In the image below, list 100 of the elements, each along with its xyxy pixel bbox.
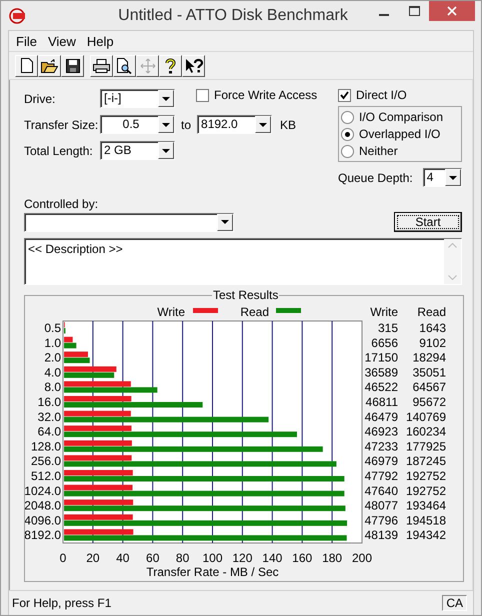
write-value: 47796	[364, 513, 398, 528]
read-value: 194342	[406, 528, 446, 542]
controlled-by-dropdown[interactable]	[24, 212, 234, 232]
toolbar-button[interactable]	[113, 54, 136, 76]
caret-icon	[162, 122, 170, 126]
write-value: 48077	[364, 498, 398, 513]
total-length-dropdown[interactable]: 2 GB	[100, 141, 175, 160]
drive-dropdown[interactable]: [-i-]	[100, 89, 175, 108]
caret-icon	[162, 96, 170, 100]
read-value: 140769	[406, 410, 446, 424]
read-value: 192752	[406, 469, 446, 483]
toolbar-button[interactable]	[159, 54, 182, 76]
radio-label[interactable]: I/O Comparison	[359, 110, 444, 124]
toolbar-button[interactable]	[15, 54, 38, 76]
force-write-access-checkbox[interactable]: Force Write Access	[196, 88, 318, 102]
column-header: Read	[417, 305, 446, 319]
toolbar-button[interactable]	[38, 54, 61, 76]
queue-depth-dropdown[interactable]: 4	[422, 168, 462, 187]
read-value: 18294	[412, 350, 446, 365]
category-label: 1024.0	[25, 484, 61, 498]
question-mark-icon	[165, 58, 176, 74]
write-value: 46811	[366, 395, 398, 409]
scroll-down-icon	[448, 275, 457, 280]
write-value: 46522	[364, 380, 398, 394]
transfer-size-from-dropdown[interactable]: 0.5	[100, 115, 175, 134]
drive-label: Drive:	[24, 92, 56, 106]
total-length-label: Total Length:	[24, 144, 94, 158]
category-label: 2.0	[44, 350, 61, 365]
printer-icon	[93, 58, 110, 72]
x-tick-label: 160	[292, 551, 312, 565]
caret-icon	[449, 176, 457, 180]
write-value: 47640	[364, 484, 398, 498]
read-value: 64567	[412, 380, 446, 394]
category-label: 32.0	[38, 410, 61, 424]
category-label: 1.0	[44, 336, 61, 350]
read-value: 160234	[406, 424, 446, 439]
status-indicator: CA	[442, 595, 467, 611]
x-tick-label: 0	[60, 551, 66, 565]
transfer-size-to-dropdown[interactable]: 8192.0	[197, 115, 272, 134]
caret-icon	[259, 122, 268, 126]
menu-item[interactable]: Help	[84, 34, 122, 48]
write-value: 315	[378, 321, 398, 335]
maximize-icon	[408, 6, 420, 16]
scrollbar[interactable]	[444, 239, 461, 284]
category-label: 8192.0	[25, 528, 61, 542]
radio-label[interactable]: Overlapped I/O	[359, 127, 440, 141]
read-value: 95672	[412, 395, 446, 409]
category-label: 4096.0	[25, 513, 61, 528]
read-value: 35051	[412, 365, 446, 380]
transfer-size-label: Transfer Size:	[24, 118, 100, 132]
toolbar-button[interactable]	[90, 54, 113, 76]
category-label: 128.0	[30, 439, 61, 454]
radio-button[interactable]	[341, 110, 354, 124]
category-label: 512.0	[30, 469, 61, 483]
toolbar-button[interactable]	[61, 54, 84, 76]
unit-label: KB	[280, 118, 296, 132]
write-value: 48139	[364, 528, 398, 542]
menu-item[interactable]: View	[44, 34, 84, 48]
read-value: 192752	[406, 484, 446, 498]
write-value: 46923	[364, 424, 398, 439]
category-label: 2048.0	[25, 498, 61, 513]
column-header: Write	[370, 305, 398, 319]
start-button[interactable]: Start	[394, 212, 462, 232]
x-tick-label: 200	[352, 551, 372, 565]
radio-button[interactable]	[341, 128, 354, 140]
radio-label[interactable]: Neither	[359, 144, 398, 158]
folder-icon	[41, 58, 58, 72]
chart-title: Test Results	[212, 288, 280, 302]
close-icon	[447, 6, 457, 16]
x-tick-label: 80	[176, 551, 190, 565]
category-label: 256.0	[30, 454, 61, 468]
read-value: 1643	[419, 321, 446, 335]
caret-icon	[162, 148, 170, 152]
pointer-question-icon	[184, 58, 202, 74]
x-tick-label: 140	[262, 551, 282, 565]
category-label: 8.0	[44, 380, 61, 394]
caret-icon	[221, 220, 229, 224]
x-tick-label: 180	[322, 551, 342, 565]
description-field[interactable]: << Description >>	[24, 238, 462, 285]
check-icon	[340, 90, 349, 100]
scroll-up-icon	[448, 243, 457, 248]
write-value: 47792	[364, 469, 398, 483]
minimize-icon	[379, 14, 389, 16]
legend-label: Read	[240, 305, 269, 319]
read-value: 187245	[406, 454, 446, 468]
x-tick-label: 60	[146, 551, 160, 565]
direct-io-checkbox[interactable]: Direct I/O	[338, 88, 462, 102]
toolbar-button[interactable]	[182, 54, 205, 76]
x-tick-label: 40	[116, 551, 130, 565]
legend-label: Write	[157, 305, 185, 319]
write-value: 17150	[364, 350, 398, 365]
menu-item[interactable]: File	[13, 34, 45, 48]
category-label: 4.0	[44, 365, 61, 380]
read-value: 193464	[406, 498, 446, 513]
controlled-by-label: Controlled by:	[24, 197, 100, 211]
read-value: 9102	[419, 336, 446, 350]
status-text: For Help, press F1	[12, 596, 112, 610]
close-button[interactable]	[429, 1, 475, 21]
radio-button[interactable]	[341, 144, 354, 158]
queue-depth-label: Queue Depth:	[338, 170, 413, 184]
